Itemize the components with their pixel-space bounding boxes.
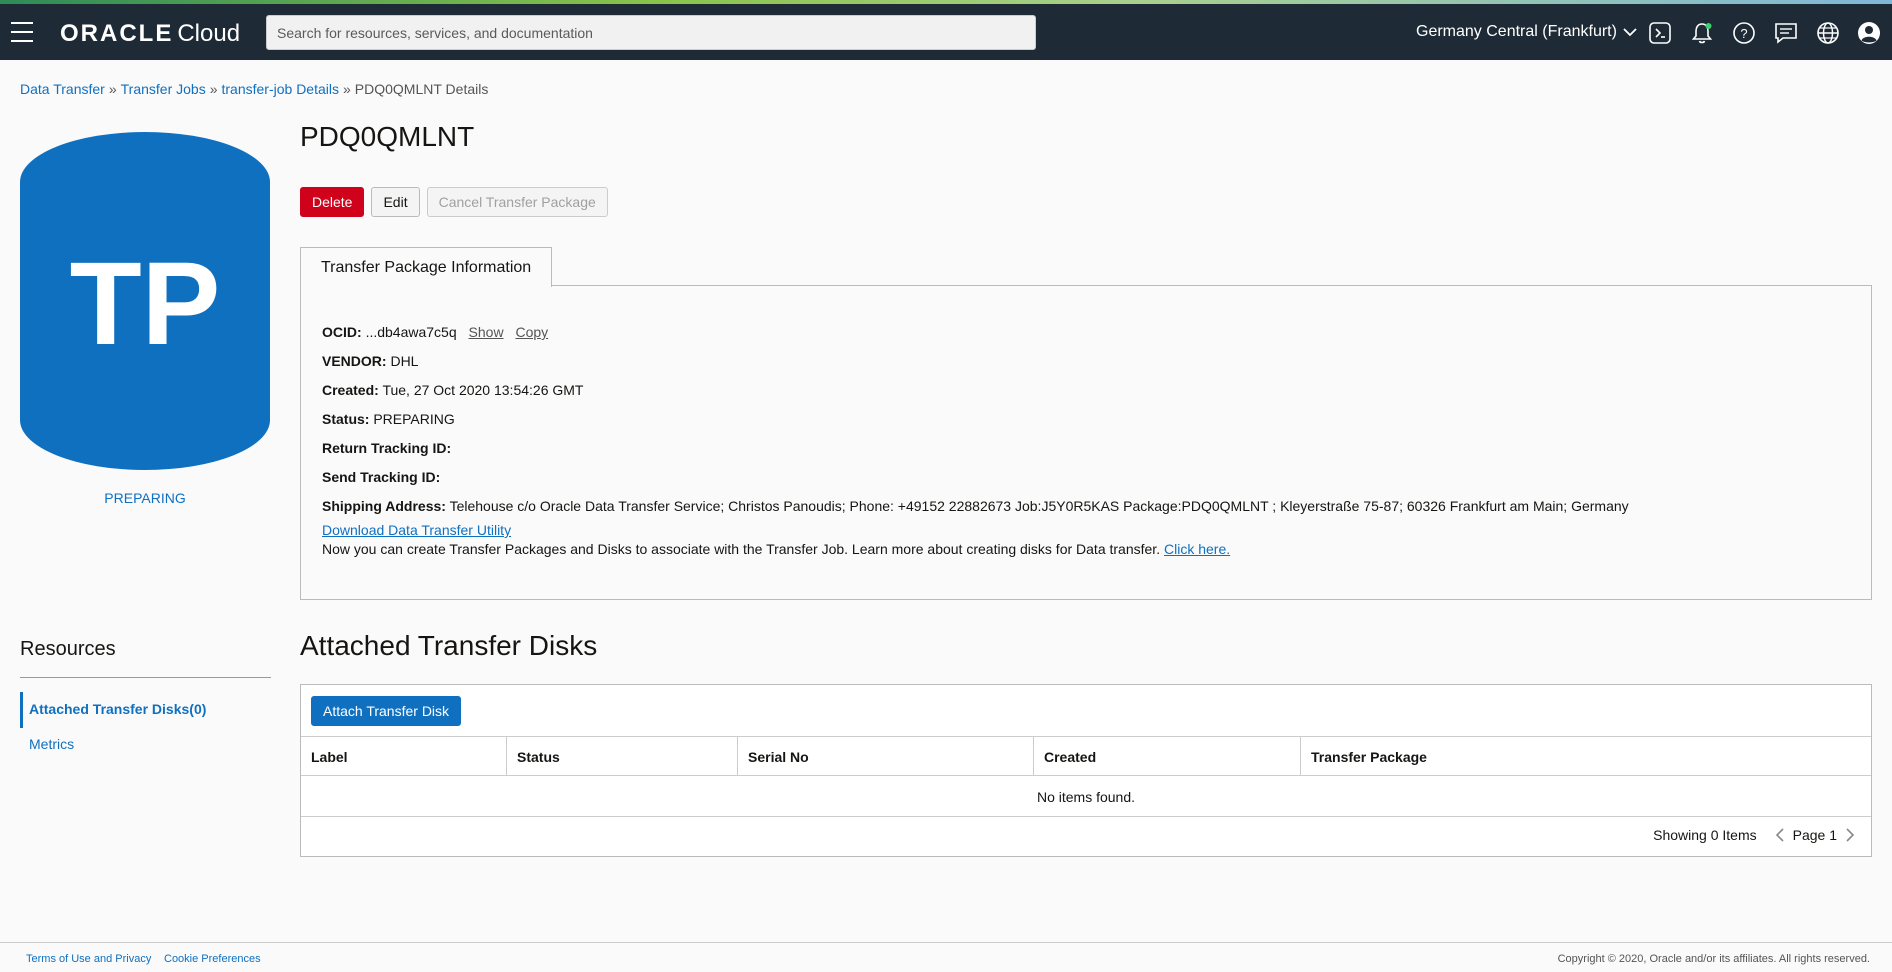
attach-transfer-disk-button[interactable]: Attach Transfer Disk xyxy=(311,696,462,726)
showing-count: Showing 0 Items xyxy=(1653,827,1757,843)
shipping-address-value: Telehouse c/o Oracle Data Transfer Servi… xyxy=(449,498,1629,514)
ocid-row: OCID: ...db4awa7c5q Show Copy xyxy=(322,324,548,340)
download-row: Download Data Transfer Utility xyxy=(322,522,511,538)
transfer-package-info-panel: OCID: ...db4awa7c5q Show Copy VENDOR: DH… xyxy=(300,285,1872,600)
resource-attached-transfer-disks[interactable]: Attached Transfer Disks(0) xyxy=(20,692,271,728)
breadcrumb-transfer-job-details[interactable]: transfer-job Details xyxy=(222,81,340,97)
oracle-cloud-logo[interactable]: ORACLE Cloud xyxy=(60,20,240,48)
chevron-right-icon[interactable] xyxy=(1845,827,1855,843)
breadcrumb-data-transfer[interactable]: Data Transfer xyxy=(20,81,105,97)
column-status[interactable]: Status xyxy=(507,737,738,775)
feedback-icon[interactable] xyxy=(1773,20,1799,46)
shipping-address-label: Shipping Address: xyxy=(322,498,446,514)
status-value: PREPARING xyxy=(373,411,455,427)
page-footer: Terms of Use and Privacy Cookie Preferen… xyxy=(0,942,1892,972)
cloud-shell-icon[interactable] xyxy=(1647,20,1673,46)
svg-text:?: ? xyxy=(1740,26,1747,41)
status-label: Status: xyxy=(322,411,370,427)
copyright-text: Copyright © 2020, Oracle and/or its affi… xyxy=(1557,953,1870,965)
page-title: PDQ0QMLNT xyxy=(300,121,475,152)
cancel-transfer-package-button[interactable]: Cancel Transfer Package xyxy=(426,187,608,217)
action-buttons: Delete Edit Cancel Transfer Package xyxy=(300,187,608,217)
send-tracking-label: Send Tracking ID: xyxy=(322,469,441,485)
profile-icon[interactable] xyxy=(1856,20,1882,46)
vendor-row: VENDOR: DHL xyxy=(322,353,418,369)
edit-button[interactable]: Edit xyxy=(371,187,420,217)
created-row: Created: Tue, 27 Oct 2020 13:54:26 GMT xyxy=(322,382,583,398)
attached-disks-table: Attach Transfer Disk Label Status Serial… xyxy=(300,684,1872,857)
created-value: Tue, 27 Oct 2020 13:54:26 GMT xyxy=(382,382,584,398)
cookie-preferences-link[interactable]: Cookie Preferences xyxy=(164,953,261,965)
ocid-value: ...db4awa7c5q xyxy=(365,324,457,340)
note-row: Now you can create Transfer Packages and… xyxy=(322,541,1230,557)
breadcrumb-current: PDQ0QMLNT Details xyxy=(354,81,489,97)
region-selector[interactable]: Germany Central (Frankfurt) xyxy=(1416,23,1637,41)
download-utility-link[interactable]: Download Data Transfer Utility xyxy=(322,522,511,538)
search-input[interactable] xyxy=(266,15,1036,50)
shipping-address-row: Shipping Address: Telehouse c/o Oracle D… xyxy=(322,498,1629,514)
chevron-down-icon xyxy=(1623,28,1637,37)
pagination: Showing 0 Items Page 1 xyxy=(1653,827,1863,843)
notifications-icon[interactable] xyxy=(1689,20,1715,46)
delete-button[interactable]: Delete xyxy=(300,187,365,217)
column-created[interactable]: Created xyxy=(1034,737,1301,775)
tab-transfer-package-information[interactable]: Transfer Package Information xyxy=(300,247,552,287)
column-transfer-package[interactable]: Transfer Package xyxy=(1301,737,1871,775)
badge-status-label: PREPARING xyxy=(104,490,186,506)
hamburger-menu-icon[interactable] xyxy=(11,22,33,42)
resource-metrics[interactable]: Metrics xyxy=(29,736,74,752)
send-tracking-row: Send Tracking ID: xyxy=(322,469,440,485)
breadcrumb-transfer-jobs[interactable]: Transfer Jobs xyxy=(121,81,206,97)
help-icon[interactable]: ? xyxy=(1731,20,1757,46)
created-label: Created: xyxy=(322,382,379,398)
transfer-package-badge-icon: TP xyxy=(20,132,270,470)
region-label: Germany Central (Frankfurt) xyxy=(1416,23,1617,40)
status-row: Status: PREPARING xyxy=(322,411,455,427)
terms-link[interactable]: Terms of Use and Privacy xyxy=(26,953,151,965)
resources-heading: Resources xyxy=(20,638,116,660)
return-tracking-label: Return Tracking ID: xyxy=(322,440,452,456)
top-navigation-bar: ORACLECloud Germany Central (Frankfurt) … xyxy=(0,4,1892,60)
chevron-left-icon[interactable] xyxy=(1775,827,1785,843)
breadcrumb: Data Transfer» Transfer Jobs» transfer-job… xyxy=(20,81,489,97)
column-serial-no[interactable]: Serial No xyxy=(738,737,1034,775)
note-text: Now you can create Transfer Packages and… xyxy=(322,541,1161,557)
click-here-link[interactable]: Click here. xyxy=(1164,541,1230,557)
empty-table-message: No items found. xyxy=(301,776,1871,817)
vendor-value: DHL xyxy=(390,353,419,369)
ocid-label: OCID: xyxy=(322,324,362,340)
attached-disks-heading: Attached Transfer Disks xyxy=(300,630,598,661)
column-label[interactable]: Label xyxy=(301,737,507,775)
return-tracking-row: Return Tracking ID: xyxy=(322,440,451,456)
resources-divider xyxy=(20,677,271,678)
badge-initials: TP xyxy=(70,238,221,370)
language-icon[interactable] xyxy=(1815,20,1841,46)
page-number: Page 1 xyxy=(1792,827,1837,843)
table-header: Label Status Serial No Created Transfer … xyxy=(301,736,1871,776)
ocid-copy-link[interactable]: Copy xyxy=(515,324,548,340)
vendor-label: VENDOR: xyxy=(322,353,387,369)
ocid-show-link[interactable]: Show xyxy=(469,324,504,340)
